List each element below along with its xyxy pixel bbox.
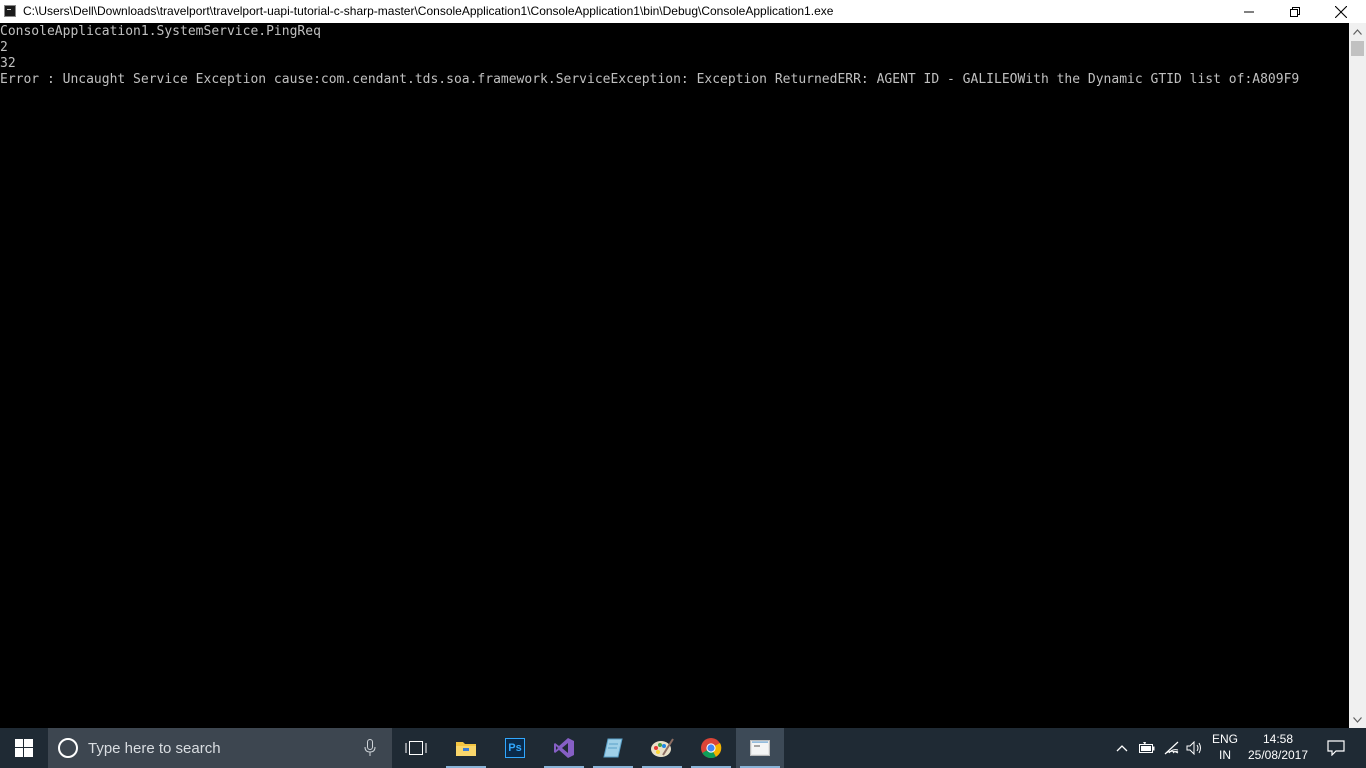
paint-icon bbox=[651, 738, 674, 757]
input-language-indicator[interactable]: ENG IN bbox=[1206, 731, 1244, 763]
clock-date: 25/08/2017 bbox=[1247, 748, 1309, 762]
console-line: Error : Uncaught Service Exception cause… bbox=[0, 72, 1300, 87]
console-line: 32 bbox=[0, 56, 16, 71]
file-explorer-icon bbox=[456, 742, 476, 756]
visual-studio-button[interactable] bbox=[540, 728, 588, 768]
chrome-button[interactable] bbox=[687, 728, 735, 768]
title-bar[interactable]: C:\Users\Dell\Downloads\travelport\trave… bbox=[0, 0, 1366, 23]
chevron-down-icon bbox=[1353, 716, 1362, 723]
task-view-button[interactable] bbox=[392, 728, 440, 768]
volume-icon bbox=[1186, 741, 1201, 755]
taskbar: Type here to search Ps ENG IN 14:58 25/0… bbox=[0, 728, 1366, 768]
file-explorer-button[interactable] bbox=[442, 728, 490, 768]
task-view-icon bbox=[405, 741, 427, 755]
console-output[interactable]: ConsoleApplication1.SystemService.PingRe… bbox=[0, 23, 1349, 728]
chrome-icon bbox=[701, 738, 722, 759]
battery-button[interactable] bbox=[1136, 728, 1158, 768]
close-button[interactable] bbox=[1318, 0, 1364, 23]
scroll-up-button[interactable] bbox=[1349, 23, 1366, 40]
microphone-icon[interactable] bbox=[364, 739, 376, 757]
windows-logo-icon bbox=[15, 739, 33, 757]
console-app-icon bbox=[750, 740, 770, 756]
paint-button[interactable] bbox=[638, 728, 686, 768]
chevron-up-icon bbox=[1116, 745, 1128, 752]
console-line: ConsoleApplication1.SystemService.PingRe… bbox=[0, 24, 321, 39]
scroll-down-button[interactable] bbox=[1349, 711, 1366, 728]
volume-button[interactable] bbox=[1184, 728, 1206, 768]
window-title: C:\Users\Dell\Downloads\travelport\trave… bbox=[23, 4, 834, 18]
clock-time: 14:58 bbox=[1262, 732, 1294, 746]
search-box[interactable]: Type here to search bbox=[48, 728, 392, 768]
chevron-up-icon bbox=[1353, 28, 1362, 35]
language-code: ENG bbox=[1211, 732, 1238, 746]
language-region: IN bbox=[1219, 748, 1231, 762]
minimize-icon bbox=[1244, 11, 1254, 12]
show-hidden-icons-button[interactable] bbox=[1112, 728, 1132, 768]
clock[interactable]: 14:58 25/08/2017 bbox=[1244, 731, 1312, 763]
photoshop-icon: Ps bbox=[505, 738, 525, 758]
start-button[interactable] bbox=[0, 728, 48, 768]
minimize-button[interactable] bbox=[1226, 0, 1272, 23]
scroll-thumb[interactable] bbox=[1351, 41, 1364, 56]
notification-icon bbox=[1327, 740, 1345, 756]
wifi-icon bbox=[1164, 741, 1179, 755]
photoshop-button[interactable]: Ps bbox=[491, 728, 539, 768]
network-button[interactable] bbox=[1161, 728, 1183, 768]
console-window-icon[interactable] bbox=[4, 5, 16, 17]
action-center-button[interactable] bbox=[1316, 728, 1356, 768]
console-app-button[interactable] bbox=[736, 728, 784, 768]
notepad-button[interactable] bbox=[589, 728, 637, 768]
vertical-scrollbar[interactable] bbox=[1349, 23, 1366, 728]
notepad-icon bbox=[603, 738, 623, 758]
cortana-icon bbox=[58, 738, 78, 758]
console-line: 2 bbox=[0, 40, 8, 55]
battery-icon bbox=[1139, 742, 1155, 753]
visual-studio-icon bbox=[554, 738, 574, 758]
close-icon bbox=[1335, 5, 1347, 18]
restore-button[interactable] bbox=[1272, 0, 1318, 23]
restore-icon bbox=[1290, 6, 1300, 17]
search-placeholder: Type here to search bbox=[88, 740, 221, 757]
